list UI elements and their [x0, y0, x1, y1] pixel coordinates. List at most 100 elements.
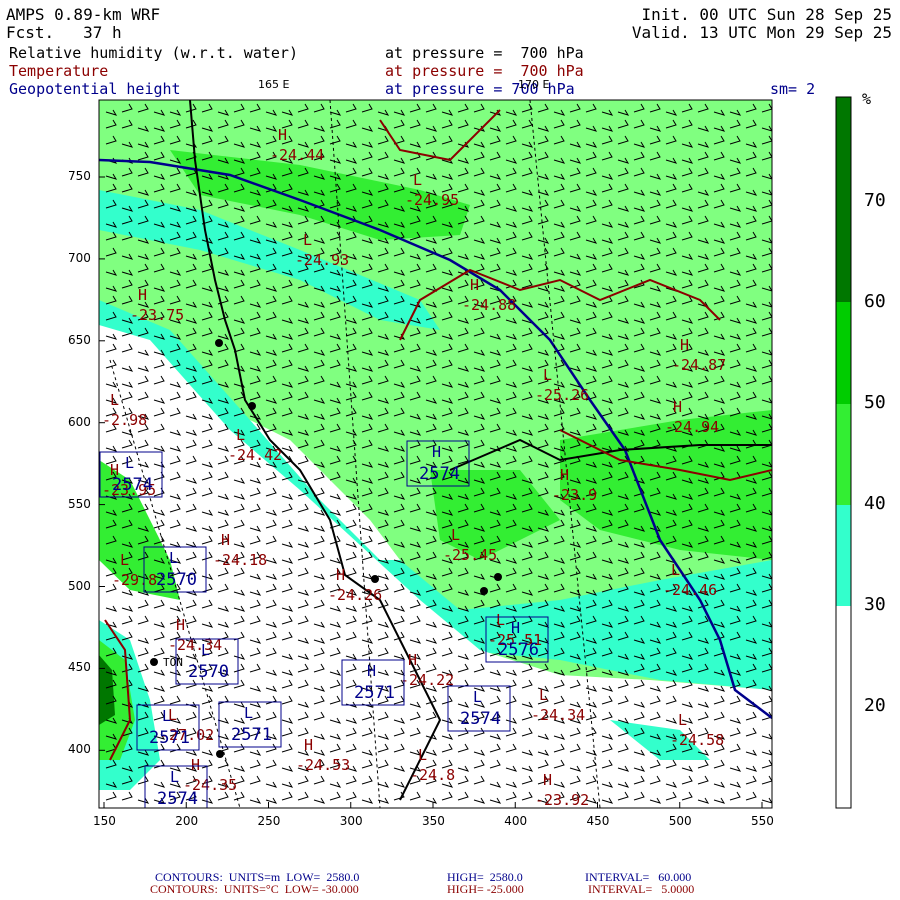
height-hl-marker: L	[162, 707, 171, 725]
footer-temp-contours: CONTOURS: UNITS=°C LOW= -30.000	[150, 882, 359, 896]
y-tick-label: 750	[68, 169, 91, 183]
temp-value-label: -24.94	[665, 418, 719, 436]
height-hl-marker: H	[511, 619, 520, 637]
temp-hl-marker: L	[303, 231, 312, 249]
x-tick-label: 350	[422, 814, 445, 828]
height-hl-marker: L	[473, 688, 482, 706]
colorbar-tick-label: 20	[864, 695, 886, 716]
colorbar-tick-label: 60	[864, 291, 886, 312]
temp-value-label: -25.45	[443, 546, 497, 564]
height-value-label: 2571	[149, 728, 190, 748]
temp-value-label: -24.26	[328, 586, 382, 604]
height-value-label: 2574	[157, 789, 198, 809]
temp-value-label: -24.44	[270, 146, 324, 164]
temp-hl-marker: H	[673, 398, 682, 416]
temp-hl-marker: L	[671, 561, 680, 579]
colorbar-unit: %	[862, 90, 872, 108]
temp-hl-marker: H	[304, 736, 313, 754]
temp-hl-marker: L	[413, 171, 422, 189]
temp-value-label: -25.26	[535, 386, 589, 404]
temp-hl-marker: H	[191, 756, 200, 774]
temp-hl-marker: H	[560, 466, 569, 484]
height-hl-marker: H	[432, 443, 441, 461]
temp-value-label: -24.88	[462, 296, 516, 314]
temp-value-label: -23.92	[535, 791, 589, 809]
height-hl-marker: H	[367, 662, 376, 680]
x-tick-label: 400	[504, 814, 528, 828]
height-hl-marker: L	[169, 549, 178, 567]
temp-hl-marker: L	[451, 526, 460, 544]
temp-value-label: -24.46	[663, 581, 717, 599]
station-dot	[216, 750, 224, 758]
temp-hl-marker: L	[539, 686, 548, 704]
colorbar-tick-label: 70	[864, 190, 886, 211]
height-value-label: 2576	[498, 640, 539, 660]
height-value-label: 2570	[188, 662, 229, 682]
x-tick-label: 200	[175, 814, 199, 828]
temp-value-label: -24.22	[400, 671, 454, 689]
temp-value-label: -23.75	[130, 306, 184, 324]
colorbar-tick-label: 50	[864, 392, 886, 413]
temp-value-label: -24.42	[228, 446, 282, 464]
station-dot	[480, 587, 488, 595]
temp-hl-marker: H	[221, 531, 230, 549]
temp-value-label: -24.8	[410, 766, 455, 784]
temp-value-label: -2.98	[102, 411, 147, 429]
temp-hl-marker: L	[236, 426, 245, 444]
weather-map-figure: AMPS 0.89-km WRF Fcst. 37 h Init. 00 UTC…	[0, 0, 900, 900]
temp-hl-marker: H	[138, 286, 147, 304]
temp-value-label: -24.18	[213, 551, 267, 569]
y-tick-label: 400	[68, 742, 91, 757]
x-tick-label: 450	[586, 814, 610, 828]
temp-value-label: -24.87	[672, 356, 726, 374]
x-tick-label: 250	[257, 814, 281, 828]
station-dot	[215, 339, 223, 347]
height-hl-marker: L	[244, 704, 253, 722]
temp-value-label: -29.8	[112, 571, 157, 589]
temp-hl-marker: H	[176, 616, 185, 634]
temp-value-label: -24.58	[670, 731, 724, 749]
footer-temp-high: HIGH= -25.000	[447, 882, 524, 896]
y-tick-label: 600	[68, 414, 91, 429]
y-tick-label: 550	[68, 496, 91, 511]
temp-hl-marker: H	[543, 771, 552, 789]
colorbar	[835, 96, 852, 809]
station-dot	[150, 658, 158, 666]
y-tick-label: 700	[68, 250, 91, 265]
temp-hl-marker: H	[470, 276, 479, 294]
colorbar-tick-label: 30	[864, 594, 886, 615]
temp-hl-marker: L	[496, 611, 505, 629]
station-dot	[494, 573, 502, 581]
temp-value-label: -24.53	[296, 756, 350, 774]
height-value-label: 2574	[419, 464, 460, 484]
station-label: TON	[163, 656, 183, 669]
x-tick-label: 500	[668, 814, 692, 828]
temp-value-label: -24.95	[405, 191, 459, 209]
y-tick-label: 450	[68, 660, 91, 675]
height-value-label: 2574	[112, 475, 153, 495]
map-plot: H -24.44 L -24.95 L -24.93 H -23.75 H -24.88 H -24.…	[98, 96, 852, 809]
temp-hl-marker: L	[110, 391, 119, 409]
height-value-label: 2570	[156, 570, 197, 590]
temp-hl-marker: L	[418, 746, 427, 764]
colorbar-tick-label: 40	[864, 493, 886, 514]
colorbar-swatch	[836, 97, 851, 302]
temp-hl-marker: L	[543, 366, 552, 384]
temp-value-label: -24.93	[295, 251, 349, 269]
x-tick-label: 550	[751, 814, 774, 828]
temp-value-label: -24.34	[531, 706, 585, 724]
station-dot	[371, 575, 379, 583]
colorbar-swatch	[836, 404, 851, 505]
temp-hl-marker: L	[120, 551, 129, 569]
y-tick-label: 500	[68, 578, 91, 593]
height-hl-marker: L	[125, 454, 134, 472]
temp-hl-marker: H	[408, 651, 417, 669]
footer-temp-interval: INTERVAL= 5.0000	[588, 882, 695, 896]
height-value-label: 2574	[460, 709, 501, 729]
height-value-label: 2571	[231, 725, 272, 745]
x-tick-label: 150	[93, 814, 116, 828]
colorbar-swatch	[836, 302, 851, 404]
height-value-label: 2571	[354, 683, 395, 703]
temp-hl-marker: H	[336, 566, 345, 584]
temp-hl-marker: L	[678, 711, 687, 729]
